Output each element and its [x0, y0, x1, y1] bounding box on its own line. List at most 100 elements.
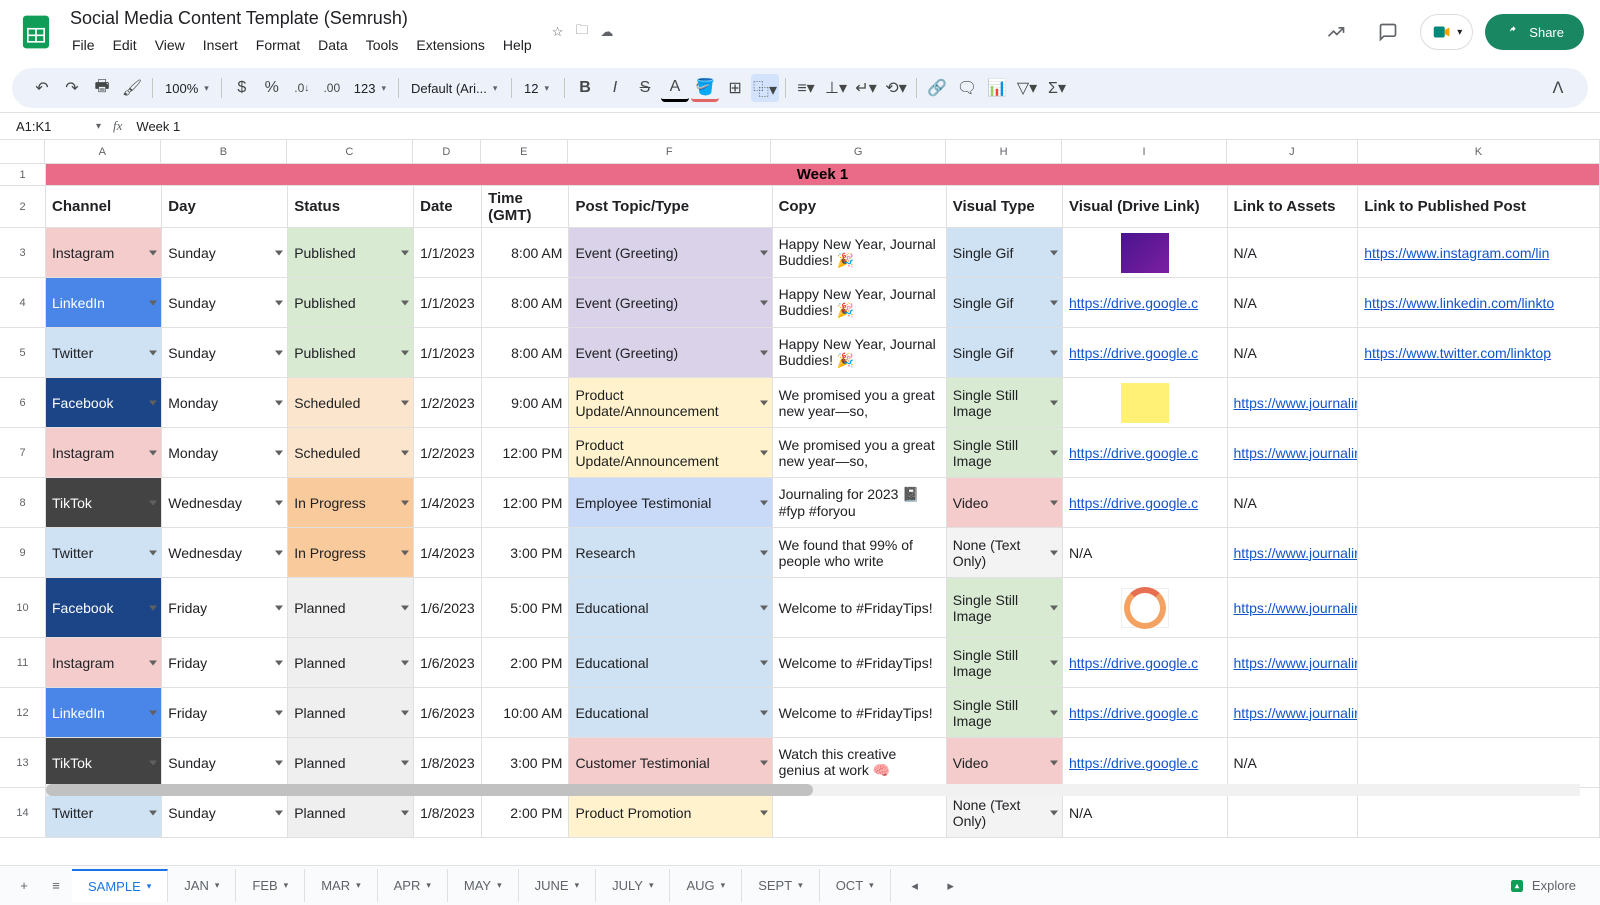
- italic-button[interactable]: I: [601, 74, 629, 102]
- assets-link-cell[interactable]: https://www.journalingwithfrien: [1228, 428, 1359, 478]
- sheet-tab-aug[interactable]: AUG: [670, 869, 742, 902]
- comments-icon[interactable]: [1368, 12, 1408, 52]
- day-cell[interactable]: Sunday: [162, 228, 288, 278]
- number-format-select[interactable]: 123: [348, 77, 392, 100]
- copy-cell[interactable]: Welcome to #FridayTips!: [773, 578, 947, 638]
- star-icon[interactable]: ☆: [552, 24, 564, 40]
- spreadsheet-grid[interactable]: ABCDEFGHIJK 1Week 12ChannelDayStatusDate…: [0, 140, 1600, 838]
- menu-extensions[interactable]: Extensions: [408, 33, 492, 57]
- visual-link-cell[interactable]: N/A: [1063, 528, 1228, 578]
- row-header[interactable]: 1: [0, 164, 46, 186]
- formula-input[interactable]: Week 1: [134, 117, 1588, 136]
- row-header[interactable]: 13: [0, 738, 46, 788]
- col-header-J[interactable]: J: [1227, 140, 1358, 164]
- published-link-cell[interactable]: [1358, 578, 1600, 638]
- cloud-icon[interactable]: ☁: [600, 24, 613, 40]
- doc-title[interactable]: Social Media Content Template (Semrush): [64, 6, 540, 31]
- row-header[interactable]: 9: [0, 528, 46, 578]
- menu-edit[interactable]: Edit: [105, 33, 145, 57]
- sheet-tab-jan[interactable]: JAN: [168, 869, 236, 902]
- assets-link-cell[interactable]: N/A: [1228, 278, 1359, 328]
- menu-help[interactable]: Help: [495, 33, 540, 57]
- currency-button[interactable]: $: [228, 74, 256, 102]
- assets-link-cell[interactable]: N/A: [1228, 738, 1359, 788]
- column-header[interactable]: Channel: [46, 186, 162, 228]
- menu-insert[interactable]: Insert: [195, 33, 246, 57]
- zoom-select[interactable]: 100%: [159, 77, 215, 100]
- col-header-F[interactable]: F: [568, 140, 772, 164]
- channel-cell[interactable]: TikTok: [46, 478, 162, 528]
- copy-cell[interactable]: Happy New Year, Journal Buddies! 🎉: [773, 328, 947, 378]
- status-cell[interactable]: Planned: [288, 688, 414, 738]
- status-cell[interactable]: Scheduled: [288, 378, 414, 428]
- visual-type-cell[interactable]: Video: [947, 738, 1063, 788]
- column-header[interactable]: Status: [288, 186, 414, 228]
- menu-view[interactable]: View: [147, 33, 193, 57]
- visual-type-cell[interactable]: Single Still Image: [947, 378, 1063, 428]
- merge-button[interactable]: ⿻▾: [751, 74, 779, 102]
- topic-cell[interactable]: Event (Greeting): [569, 278, 772, 328]
- published-link-cell[interactable]: https://www.linkedin.com/linkto: [1358, 278, 1600, 328]
- time-cell[interactable]: 9:00 AM: [482, 378, 569, 428]
- col-header-A[interactable]: A: [45, 140, 161, 164]
- col-header-I[interactable]: I: [1062, 140, 1227, 164]
- date-cell[interactable]: 1/4/2023: [414, 478, 482, 528]
- status-cell[interactable]: Published: [288, 278, 414, 328]
- assets-link-cell[interactable]: https://www.journalingwithfrien: [1228, 688, 1359, 738]
- channel-cell[interactable]: TikTok: [46, 738, 162, 788]
- visual-type-cell[interactable]: Single Still Image: [947, 638, 1063, 688]
- topic-cell[interactable]: Educational: [569, 638, 772, 688]
- visual-link-cell[interactable]: https://drive.google.c: [1063, 328, 1228, 378]
- tab-scroll-right[interactable]: ▸: [935, 870, 967, 902]
- channel-cell[interactable]: Facebook: [46, 378, 162, 428]
- col-header-G[interactable]: G: [771, 140, 945, 164]
- day-cell[interactable]: Friday: [162, 688, 288, 738]
- valign-button[interactable]: ⊥▾: [822, 74, 850, 102]
- topic-cell[interactable]: Event (Greeting): [569, 228, 772, 278]
- time-cell[interactable]: 3:00 PM: [482, 528, 569, 578]
- topic-cell[interactable]: Event (Greeting): [569, 328, 772, 378]
- visual-type-cell[interactable]: Single Gif: [947, 228, 1063, 278]
- column-header[interactable]: Post Topic/Type: [569, 186, 772, 228]
- published-link-cell[interactable]: https://www.twitter.com/linktop: [1358, 328, 1600, 378]
- all-sheets-button[interactable]: ≡: [40, 870, 72, 902]
- time-cell[interactable]: 8:00 AM: [482, 328, 569, 378]
- rotate-button[interactable]: ⟲▾: [882, 74, 910, 102]
- increase-decimal-button[interactable]: .00: [318, 74, 346, 102]
- time-cell[interactable]: 8:00 AM: [482, 228, 569, 278]
- published-link-cell[interactable]: [1358, 478, 1600, 528]
- row-header[interactable]: 14: [0, 788, 46, 838]
- day-cell[interactable]: Monday: [162, 428, 288, 478]
- topic-cell[interactable]: Educational: [569, 578, 772, 638]
- row-header[interactable]: 2: [0, 186, 46, 228]
- visual-link-cell[interactable]: [1063, 578, 1228, 638]
- sheet-tab-july[interactable]: JULY: [596, 869, 670, 902]
- assets-link-cell[interactable]: https://www.journalingwithfrien: [1228, 528, 1359, 578]
- sheets-logo[interactable]: [16, 12, 56, 52]
- published-link-cell[interactable]: [1358, 378, 1600, 428]
- row-header[interactable]: 5: [0, 328, 46, 378]
- sheet-tab-sept[interactable]: SEPT: [742, 869, 820, 902]
- date-cell[interactable]: 1/6/2023: [414, 578, 482, 638]
- sheet-tab-apr[interactable]: APR: [378, 869, 448, 902]
- day-cell[interactable]: Monday: [162, 378, 288, 428]
- published-link-cell[interactable]: [1358, 688, 1600, 738]
- published-link-cell[interactable]: https://www.instagram.com/lin: [1358, 228, 1600, 278]
- visual-type-cell[interactable]: Single Gif: [947, 328, 1063, 378]
- visual-type-cell[interactable]: Single Still Image: [947, 578, 1063, 638]
- channel-cell[interactable]: Instagram: [46, 428, 162, 478]
- sheet-tab-mar[interactable]: MAR: [305, 869, 377, 902]
- sheet-tab-may[interactable]: MAY: [448, 869, 519, 902]
- date-cell[interactable]: 1/4/2023: [414, 528, 482, 578]
- day-cell[interactable]: Friday: [162, 578, 288, 638]
- sheet-tab-sample[interactable]: SAMPLE: [72, 869, 168, 902]
- visual-type-cell[interactable]: Video: [947, 478, 1063, 528]
- status-cell[interactable]: Planned: [288, 578, 414, 638]
- published-link-cell[interactable]: [1358, 738, 1600, 788]
- col-header-B[interactable]: B: [161, 140, 287, 164]
- link-button[interactable]: 🔗: [923, 74, 951, 102]
- topic-cell[interactable]: Educational: [569, 688, 772, 738]
- date-cell[interactable]: 1/2/2023: [414, 428, 482, 478]
- topic-cell[interactable]: Employee Testimonial: [569, 478, 772, 528]
- visual-link-cell[interactable]: https://drive.google.c: [1063, 278, 1228, 328]
